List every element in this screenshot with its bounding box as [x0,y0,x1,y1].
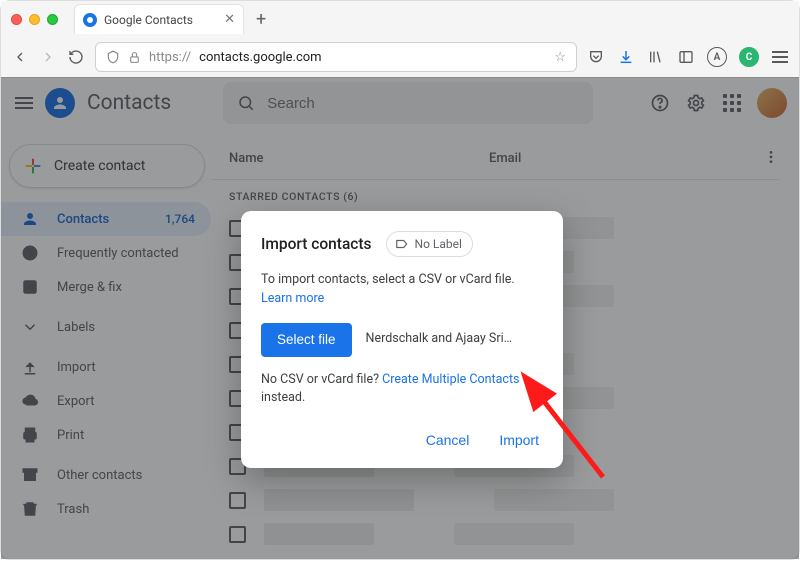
library-icon[interactable] [647,48,665,66]
url-scheme: https:// [149,50,191,65]
lock-icon [128,51,141,64]
url-host: contacts.google.com [199,50,321,65]
back-button[interactable] [11,48,29,66]
modal-title: Import contacts [261,235,372,253]
url-box[interactable]: https:// contacts.google.com ☆ [95,42,577,72]
tab-title: Google Contacts [104,13,193,27]
instead-text: instead. [261,390,305,405]
bookmark-star-icon[interactable]: ☆ [554,50,566,65]
label-chip-text: No Label [415,237,462,251]
minimize-window-button[interactable] [29,14,40,25]
select-file-button[interactable]: Select file [261,323,352,357]
browser-chrome: Google Contacts ✕ + https:// contacts.goo… [1,1,799,78]
selected-filename: Nerdschalk and Ajaay Srini… [366,330,516,349]
cancel-button[interactable]: Cancel [422,426,474,454]
label-icon [395,237,409,251]
create-multiple-link[interactable]: Create Multiple Contacts [382,372,519,387]
tab-bar: Google Contacts ✕ + [1,1,799,37]
close-window-button[interactable] [11,14,22,25]
tab-favicon-icon [83,13,97,27]
reload-button[interactable] [67,48,85,66]
modal-help-text: To import contacts, select a CSV or vCar… [261,272,515,287]
pocket-icon[interactable] [587,48,605,66]
address-bar: https:// contacts.google.com ☆ A C [1,37,799,77]
no-csv-text: No CSV or vCard file? [261,372,382,387]
learn-more-link[interactable]: Learn more [261,291,324,306]
browser-menu-button[interactable] [771,48,789,66]
browser-tools: A C [587,47,789,67]
window-controls [11,14,58,25]
import-button[interactable]: Import [495,426,543,454]
sidebar-toggle-icon[interactable] [677,48,695,66]
close-tab-icon[interactable]: ✕ [224,12,235,27]
extension-c-icon[interactable]: C [739,47,759,67]
new-tab-button[interactable]: + [256,9,266,30]
download-icon[interactable] [617,48,635,66]
import-contacts-modal: Import contacts No Label To import conta… [241,211,563,468]
label-chip[interactable]: No Label [386,231,473,257]
shield-icon [106,50,120,64]
browser-tab[interactable]: Google Contacts ✕ [74,4,244,34]
maximize-window-button[interactable] [47,14,58,25]
forward-button[interactable] [39,48,57,66]
extension-a-icon[interactable]: A [707,47,727,67]
